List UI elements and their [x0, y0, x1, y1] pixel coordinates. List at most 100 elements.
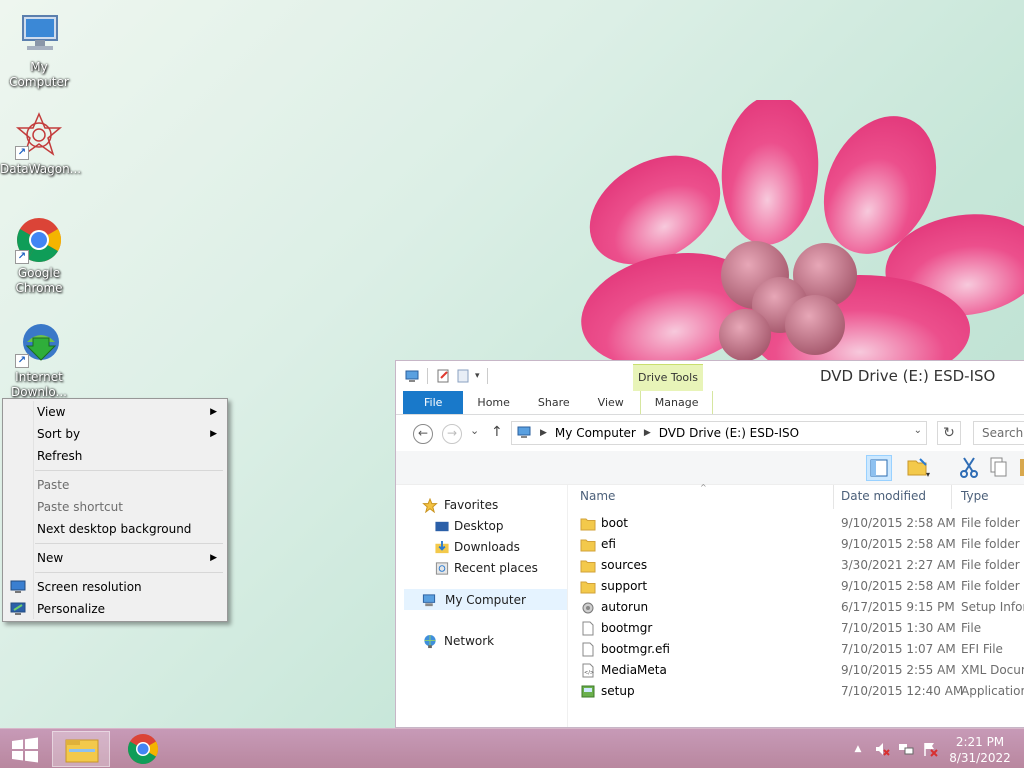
svg-text:▾: ▾	[926, 470, 930, 479]
computer-small-icon	[517, 426, 531, 438]
breadcrumb-separator[interactable]: ▶	[540, 428, 547, 438]
column-header-name[interactable]: Name	[580, 485, 615, 507]
menu-item-next-desktop-background[interactable]: Next desktop background	[5, 518, 225, 540]
menu-item-refresh[interactable]: Refresh	[5, 445, 225, 467]
column-header-type[interactable]: Type	[961, 485, 989, 507]
tab-share[interactable]: Share	[524, 391, 584, 414]
tab-view[interactable]: View	[584, 391, 638, 414]
file-type: Application	[961, 684, 1024, 698]
recent-locations-dropdown[interactable]: ⌄	[470, 424, 479, 437]
menu-separator	[5, 540, 225, 547]
breadcrumb-dvd-drive[interactable]: DVD Drive (E:) ESD-ISO	[659, 426, 799, 440]
file-type: File folder	[961, 558, 1020, 572]
file-date-modified: 6/17/2015 9:15 PM	[841, 600, 955, 614]
refresh-button[interactable]: ↻	[937, 421, 961, 445]
folder-icon	[580, 579, 596, 594]
computer-icon	[15, 10, 63, 58]
setup-app-icon	[580, 684, 596, 699]
monitor-icon	[10, 580, 26, 593]
qat-dropdown-icon[interactable]: ▾	[475, 371, 480, 381]
menu-item-label: Screen resolution	[37, 580, 142, 594]
file-date-modified: 7/10/2015 1:30 AM	[841, 621, 956, 635]
file-row[interactable]: sources 3/30/2021 2:27 AM File folder	[568, 555, 1024, 576]
menu-item-screen-resolution[interactable]: Screen resolution	[5, 576, 225, 598]
paste-icon[interactable]	[1016, 455, 1024, 481]
desktop-icon-label: My Computer	[9, 60, 69, 89]
internet-download-manager-icon: ↗	[15, 320, 63, 368]
up-button[interactable]: ↑	[491, 424, 503, 440]
properties-icon[interactable]	[435, 368, 451, 384]
taskbar: ▲ 2:21 PM 8/31/2022	[0, 728, 1024, 768]
drive-tools-label: Drive Tools	[633, 364, 703, 391]
file-date-modified: 9/10/2015 2:58 AM	[841, 579, 956, 593]
cut-icon[interactable]	[957, 455, 983, 481]
nav-item-network[interactable]: Network	[396, 631, 567, 652]
file-row[interactable]: </> MediaMeta 9/10/2015 2:55 AM XML Docum	[568, 660, 1024, 681]
file-row[interactable]: bootmgr 7/10/2015 1:30 AM File	[568, 618, 1024, 639]
nav-item-downloads[interactable]: Downloads	[396, 537, 567, 558]
file-row[interactable]: bootmgr.efi 7/10/2015 1:07 AM EFI File	[568, 639, 1024, 660]
taskbar-file-explorer-button[interactable]	[52, 731, 110, 767]
computer-small-icon	[405, 370, 419, 382]
quick-access-toolbar: ▾	[404, 367, 491, 385]
menu-item-personalize[interactable]: Personalize	[5, 598, 225, 620]
network-icon[interactable]	[898, 741, 914, 757]
search-input[interactable]: Search D	[973, 421, 1024, 445]
menu-item-label: Refresh	[37, 449, 83, 463]
column-header-date-modified[interactable]: Date modified	[841, 485, 926, 507]
file-icon	[580, 642, 596, 657]
copy-icon[interactable]	[986, 455, 1012, 481]
file-row[interactable]: boot 9/10/2015 2:58 AM File folder	[568, 513, 1024, 534]
file-date-modified: 3/30/2021 2:27 AM	[841, 558, 956, 572]
nav-item-label: Network	[444, 634, 495, 648]
submenu-arrow-icon: ▶	[210, 553, 217, 563]
desktop-icon	[435, 521, 449, 532]
system-clock[interactable]: 2:21 PM 8/31/2022	[944, 734, 1016, 766]
desktop-icon-label: Internet Downlo...	[11, 370, 67, 399]
desktop-icon-my-computer[interactable]: My Computer	[0, 10, 78, 90]
forward-button[interactable]: →	[442, 424, 462, 444]
address-dropdown-icon[interactable]: ⌄	[914, 425, 922, 436]
submenu-arrow-icon: ▶	[210, 429, 217, 439]
menu-item-sort-by[interactable]: Sort by ▶	[5, 423, 225, 445]
back-button[interactable]: ←	[413, 424, 433, 444]
tab-home[interactable]: Home	[463, 391, 523, 414]
nav-item-desktop[interactable]: Desktop	[396, 516, 567, 537]
nav-item-recent-places[interactable]: Recent places	[396, 558, 567, 579]
ribbon-tabs: File Home Share View Manage	[396, 391, 1024, 415]
file-row[interactable]: efi 9/10/2015 2:58 AM File folder	[568, 534, 1024, 555]
shortcut-arrow-icon: ↗	[15, 354, 29, 368]
start-button[interactable]	[6, 735, 44, 765]
desktop-icon-datawagon[interactable]: ↗ DataWagon...	[0, 112, 81, 177]
menu-separator	[5, 467, 225, 474]
file-row[interactable]: support 9/10/2015 2:58 AM File folder	[568, 576, 1024, 597]
file-explorer-window[interactable]: ▾ Drive Tools DVD Drive (E:) ESD-ISO Fil…	[395, 360, 1024, 728]
address-bar[interactable]: ▶ My Computer ▶ DVD Drive (E:) ESD-ISO ⌄	[511, 421, 927, 445]
file-row[interactable]: autorun 6/17/2015 9:15 PM Setup Inform	[568, 597, 1024, 618]
breadcrumb-my-computer[interactable]: My Computer	[555, 426, 636, 440]
title-bar[interactable]: ▾ Drive Tools DVD Drive (E:) ESD-ISO	[396, 361, 1024, 391]
file-name: support	[601, 579, 648, 593]
new-folder-icon[interactable]	[455, 368, 471, 384]
flower-image	[581, 100, 1024, 385]
folder-icon	[580, 558, 596, 573]
menu-item-new[interactable]: New ▶	[5, 547, 225, 569]
action-center-flag-icon[interactable]	[922, 741, 938, 757]
star-icon	[422, 498, 438, 513]
file-row[interactable]: setup 7/10/2015 12:40 AM Application	[568, 681, 1024, 702]
folder-options-icon[interactable]: ▾	[906, 455, 932, 481]
nav-item-my-computer[interactable]: My Computer	[404, 589, 567, 610]
nav-item-favorites[interactable]: Favorites	[396, 495, 567, 516]
show-hidden-icons-button[interactable]: ▲	[850, 741, 866, 757]
tab-file[interactable]: File	[403, 391, 464, 414]
desktop-icon-google-chrome[interactable]: ↗ Google Chrome	[0, 216, 78, 296]
preview-pane-button[interactable]	[866, 455, 892, 481]
svg-text:</>: </>	[584, 670, 594, 676]
desktop-icon-internet-download[interactable]: ↗ Internet Downlo...	[0, 320, 78, 400]
taskbar-chrome-button[interactable]	[114, 731, 172, 767]
breadcrumb-separator[interactable]: ▶	[644, 428, 651, 438]
volume-muted-icon[interactable]	[874, 741, 890, 757]
downloads-icon	[435, 540, 449, 554]
tab-manage[interactable]: Manage	[639, 391, 714, 414]
menu-item-view[interactable]: View ▶	[5, 401, 225, 423]
